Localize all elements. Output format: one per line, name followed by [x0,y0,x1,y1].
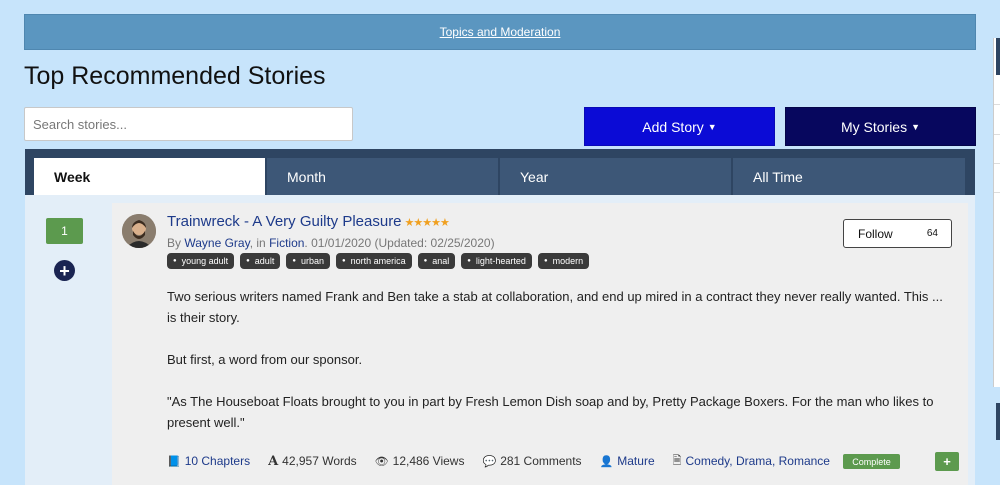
chapters-stat[interactable]: 📘 10 Chapters [167,454,250,468]
my-stories-button[interactable]: My Stories ▼ [785,107,976,146]
right-side-panel [993,38,1000,387]
topics-moderation-link[interactable]: Topics and Moderation [440,25,561,39]
category-link[interactable]: Fiction [269,236,304,250]
plus-circle-icon[interactable]: + [54,260,75,281]
description-paragraph: Two serious writers named Frank and Ben … [167,289,943,325]
byline-in: , in [249,236,266,250]
story-byline: By Wayne Gray, in Fiction. 01/01/2020 (U… [167,236,495,250]
genres-stat: 🗎 Comedy, Drama, Romance [673,452,830,471]
divider [994,163,1000,164]
follow-button[interactable]: Follow 64 [843,219,952,248]
caret-down-icon: ▼ [707,121,717,132]
words-count: 42,957 Words [282,454,357,468]
eye-icon: 👁 [374,455,389,468]
story-description: Two serious writers named Frank and Ben … [167,286,952,454]
divider [994,192,1000,193]
comments-count: 281 Comments [500,454,582,468]
top-navigation-bar: Topics and Moderation [24,14,976,50]
genres-links[interactable]: Comedy, Drama, Romance [685,454,830,468]
rating-stars-icon: ★★★★★ [404,217,450,229]
story-stats: 📘 10 Chapters A 42,957 Words 👁 12,486 Vi… [167,452,848,470]
tag-list: young adult adult urban north america an… [167,253,590,269]
rating-stat: 👤 Mature [600,454,655,468]
search-input[interactable] [24,107,353,141]
book-icon: 📘 [167,455,181,468]
add-story-label: Add Story [642,118,704,135]
author-link[interactable]: Wayne Gray [184,236,249,250]
tag-young-adult[interactable]: young adult [167,253,235,269]
divider [994,134,1000,135]
byline-by: By [167,236,182,250]
time-range-tabs: Week Month Year All Time [25,149,975,195]
story-dates: . 01/01/2020 (Updated: 02/25/2020) [304,236,495,250]
tag-anal[interactable]: anal [417,253,456,269]
tab-year[interactable]: Year [500,158,731,195]
tab-week[interactable]: Week [34,158,265,195]
tag-light-hearted[interactable]: light-hearted [461,253,532,269]
add-story-button[interactable]: Add Story ▼ [584,107,775,146]
side-panel-header [996,403,1000,440]
comment-icon: 💬 [482,455,497,468]
comments-stat: 💬 281 Comments [482,454,581,468]
author-avatar[interactable] [122,214,156,248]
words-stat: A 42,957 Words [268,454,357,469]
caret-down-icon: ▼ [911,121,921,132]
follow-count: 64 [926,228,938,239]
tag-adult[interactable]: adult [240,253,281,269]
plus-icon[interactable]: + [935,452,959,471]
follow-label: Follow [858,226,893,241]
description-paragraph: But first, a word from our sponsor. [167,352,363,367]
rating-link[interactable]: Mature [617,454,654,468]
font-icon: A [268,453,279,469]
side-panel-header [996,38,1000,75]
tag-north-america[interactable]: north america [335,253,412,269]
tab-all-time[interactable]: All Time [733,158,965,195]
rank-badge: 1 [46,218,83,244]
tag-modern[interactable]: modern [537,253,590,269]
tab-month[interactable]: Month [267,158,498,195]
divider [994,104,1000,105]
description-paragraph: "As The Houseboat Floats brought to you … [167,394,934,430]
my-stories-label: My Stories [840,118,908,135]
status-badge: Complete [843,454,900,469]
story-title: Trainwreck - A Very Guilty Pleasure [167,213,402,230]
chapters-link[interactable]: 10 Chapters [185,454,250,468]
tag-urban[interactable]: urban [286,253,330,269]
story-title-link[interactable]: Trainwreck - A Very Guilty Pleasure ★★★★★ [167,213,450,230]
page-title: Top Recommended Stories [24,62,326,90]
views-stat: 👁 12,486 Views [375,454,465,468]
document-icon: 🗎 [672,454,682,467]
views-count: 12,486 Views [392,454,465,468]
user-icon: 👤 [599,455,614,468]
